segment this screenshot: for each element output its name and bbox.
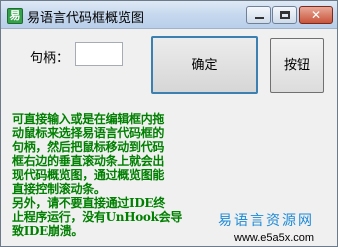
- instruction-line: 框右边的垂直滚动条上就会出: [12, 154, 165, 168]
- instruction-line: 动鼠标来选择易语言代码框的: [12, 126, 165, 140]
- confirm-button[interactable]: 确定: [151, 36, 258, 94]
- app-icon: 易: [7, 8, 23, 24]
- minimize-icon: [255, 17, 264, 19]
- instruction-line: 句柄，然后把鼠标移动到代码: [12, 140, 165, 154]
- instruction-line: 止程序运行，没有UnHook会导: [12, 210, 183, 224]
- instruction-line: 直接控制滚动条。: [12, 182, 106, 196]
- watermark-url: www.e5a5x.com: [234, 232, 315, 244]
- minimize-button[interactable]: [246, 6, 271, 24]
- instruction-line: 另外，请不要直接通过IDE终: [12, 196, 165, 210]
- instruction-line: 致IDE崩溃。: [12, 224, 84, 238]
- watermark-site-name: 易语言资源网: [218, 213, 314, 229]
- main-window: 易 易语言代码框概览图 ✕ 句柄： 确定 按钮 可直接输入或是在编辑框内拖 动鼠…: [0, 0, 338, 247]
- title-bar[interactable]: 易 易语言代码框概览图 ✕: [1, 1, 337, 29]
- maximize-icon: [280, 11, 290, 19]
- maximize-button[interactable]: [272, 6, 297, 24]
- close-icon: ✕: [310, 8, 322, 22]
- instruction-line: 现代码概览图，通过概览图能: [12, 168, 165, 182]
- client-area: 句柄： 确定 按钮 可直接输入或是在编辑框内拖 动鼠标来选择易语言代码框的 句柄…: [2, 30, 336, 246]
- instruction-text: 可直接输入或是在编辑框内拖 动鼠标来选择易语言代码框的 句柄，然后把鼠标移动到代…: [12, 112, 217, 238]
- generic-button[interactable]: 按钮: [270, 38, 324, 93]
- close-button[interactable]: ✕: [299, 6, 333, 24]
- handle-label: 句柄：: [30, 51, 70, 66]
- window-title: 易语言代码框概览图: [27, 11, 145, 26]
- instruction-line: 可直接输入或是在编辑框内拖: [12, 112, 165, 126]
- handle-input[interactable]: [75, 42, 123, 66]
